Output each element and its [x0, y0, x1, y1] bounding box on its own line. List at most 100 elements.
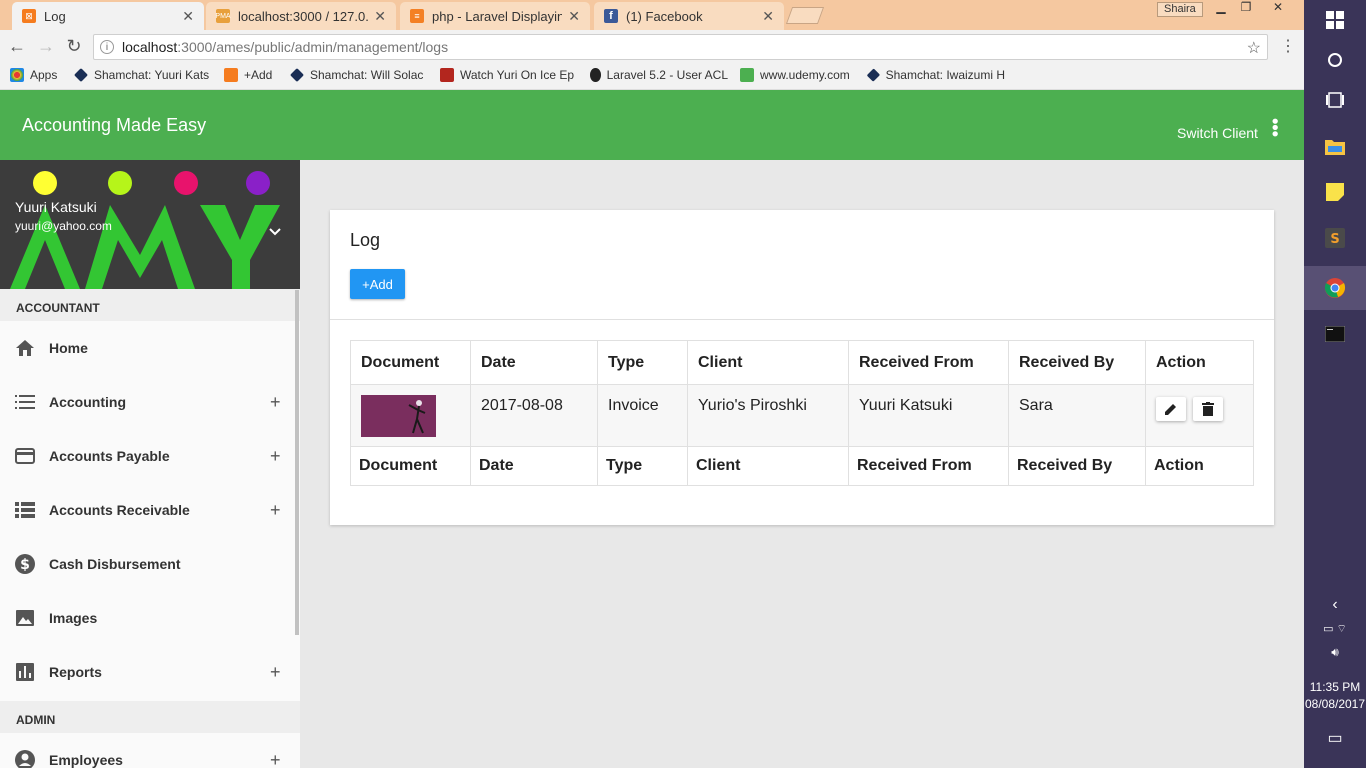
minimize-icon[interactable]: ▁: [1208, 0, 1234, 16]
shamchat-icon: [290, 68, 304, 82]
pencil-icon: [1165, 404, 1176, 415]
sidebar-item-home[interactable]: Home: [0, 321, 300, 375]
sticky-notes-icon[interactable]: [1304, 172, 1366, 212]
xampp-icon: [224, 68, 238, 82]
sidebar: Yuuri Katsuki yuuri@yahoo.com ACCOUNTANT…: [0, 160, 300, 768]
udemy-icon: [740, 68, 754, 82]
navigation-row: ← → ↻ i localhost:3000/ames/public/admin…: [0, 30, 1304, 64]
tab-phpmyadmin[interactable]: PMA localhost:3000 / 127.0.0.1 ✕: [206, 2, 396, 30]
close-icon[interactable]: ✕: [374, 8, 386, 25]
bookmark-item[interactable]: Shamchat: Yuuri Kats: [74, 68, 212, 82]
browser-menu-icon[interactable]: ⋮: [1280, 36, 1296, 56]
switch-client-button[interactable]: Switch Client: [1177, 125, 1258, 141]
volume-icon[interactable]: 🔊︎: [1304, 645, 1366, 660]
expand-plus-icon[interactable]: +: [270, 446, 281, 467]
phpmyadmin-icon: PMA: [215, 9, 231, 23]
document-thumbnail[interactable]: [361, 395, 436, 437]
sublime-text-icon[interactable]: S: [1304, 218, 1366, 258]
column-footer: Received By: [1008, 446, 1146, 486]
bookmark-item[interactable]: +Add: [224, 68, 282, 82]
add-button[interactable]: +Add: [350, 269, 405, 299]
reload-icon[interactable]: ↻: [63, 36, 85, 57]
tab-stackoverflow[interactable]: ≡ php - Laravel Displaying ✕: [400, 2, 590, 30]
column-header[interactable]: Received By: [1008, 340, 1146, 385]
sidebar-item-accounting[interactable]: Accounting +: [0, 375, 300, 429]
expand-plus-icon[interactable]: +: [270, 392, 281, 413]
sidebar-scrollbar[interactable]: [295, 290, 299, 635]
tab-log[interactable]: ⊠ Log ✕: [12, 2, 204, 30]
type-cell: Invoice: [597, 384, 688, 447]
tab-title: php - Laravel Displaying: [432, 8, 563, 24]
column-footer: Date: [470, 446, 598, 486]
restore-icon[interactable]: ❐: [1233, 0, 1259, 16]
clock-date[interactable]: 08/08/2017: [1304, 697, 1366, 711]
sidebar-item-cash-disbursement[interactable]: $ Cash Disbursement: [0, 537, 300, 591]
battery-wifi-icons[interactable]: ▭ ⌔: [1304, 622, 1366, 636]
more-vert-icon[interactable]: •••: [1265, 118, 1285, 137]
profile-badge[interactable]: Shaira: [1157, 2, 1203, 17]
received-from-cell: Yuuri Katsuki: [848, 384, 1009, 447]
bookmark-item[interactable]: www.udemy.com: [740, 68, 860, 82]
column-header[interactable]: Action: [1145, 340, 1254, 385]
chevron-down-icon[interactable]: [268, 224, 282, 240]
app-title[interactable]: Accounting Made Easy: [22, 115, 206, 136]
bookmark-item[interactable]: Shamchat: Will Solac: [290, 68, 428, 82]
notifications-icon[interactable]: ▭: [1304, 728, 1366, 748]
edit-button[interactable]: [1156, 397, 1186, 421]
table-row: 2017-08-08 Invoice Yurio's Piroshki Yuur…: [350, 384, 1254, 447]
bookmark-item[interactable]: Watch Yuri On Ice Ep: [440, 68, 578, 82]
task-view-icon[interactable]: [1304, 80, 1366, 120]
shamchat-icon: [74, 68, 88, 82]
back-icon[interactable]: ←: [6, 36, 28, 57]
chrome-icon[interactable]: [1304, 266, 1366, 310]
chevron-left-icon[interactable]: ‹: [1304, 596, 1366, 614]
list-icon: [15, 392, 35, 412]
window-close-icon[interactable]: ✕: [1260, 0, 1296, 16]
column-header[interactable]: Client: [687, 340, 849, 385]
log-card: Log +Add Document Date Type Client Recei…: [330, 210, 1274, 525]
person-icon: [15, 750, 35, 768]
sidebar-item-label: Employees: [49, 752, 123, 768]
windows-start-icon[interactable]: [1304, 0, 1366, 40]
tab-facebook[interactable]: f (1) Facebook ✕: [594, 2, 784, 30]
expand-plus-icon[interactable]: +: [270, 662, 281, 683]
windows-taskbar: S ‹ ▭ ⌔ 🔊︎ 11:35 PM 08/08/2017 ▭: [1304, 0, 1366, 768]
clock-time[interactable]: 11:35 PM: [1304, 680, 1366, 694]
bookmark-apps[interactable]: Apps: [10, 68, 70, 82]
sidebar-item-accounts-receivable[interactable]: Accounts Receivable +: [0, 483, 300, 537]
action-cell: [1145, 384, 1254, 447]
new-tab-button[interactable]: [785, 7, 825, 24]
expand-plus-icon[interactable]: +: [270, 500, 281, 521]
terminal-icon[interactable]: [1304, 314, 1366, 354]
file-explorer-icon[interactable]: [1304, 126, 1366, 166]
apps-grid-icon: [10, 68, 24, 82]
cortana-icon[interactable]: [1304, 40, 1366, 80]
delete-button[interactable]: [1193, 397, 1224, 421]
column-header[interactable]: Type: [597, 340, 688, 385]
sidebar-item-label: Home: [49, 340, 88, 356]
close-icon[interactable]: ✕: [568, 8, 580, 25]
browser-chrome: ⊠ Log ✕ PMA localhost:3000 / 127.0.0.1 ✕…: [0, 0, 1304, 90]
card-divider: [330, 319, 1274, 320]
bookmark-item[interactable]: Laravel 5.2 - User ACL: [590, 68, 728, 82]
column-footer: Type: [597, 446, 688, 486]
forward-icon[interactable]: →: [35, 36, 57, 57]
sidebar-item-images[interactable]: Images: [0, 591, 300, 645]
app-header: Accounting Made Easy Switch Client •••: [0, 90, 1304, 160]
expand-plus-icon[interactable]: +: [270, 750, 281, 768]
sidebar-item-accounts-payable[interactable]: Accounts Payable +: [0, 429, 300, 483]
profile-header: Yuuri Katsuki yuuri@yahoo.com: [0, 160, 300, 289]
sidebar-item-reports[interactable]: Reports +: [0, 645, 300, 699]
bookmark-item[interactable]: Shamchat: Iwaizumi H: [867, 68, 1005, 82]
user-name: Yuuri Katsuki: [15, 199, 97, 215]
info-icon[interactable]: i: [100, 40, 114, 54]
column-header[interactable]: Date: [470, 340, 598, 385]
close-icon[interactable]: ✕: [762, 8, 774, 25]
sidebar-item-label: Images: [49, 610, 98, 626]
column-header[interactable]: Received From: [848, 340, 1009, 385]
column-header[interactable]: Document: [350, 340, 471, 385]
bookmark-star-icon[interactable]: ☆: [1247, 38, 1261, 58]
address-bar[interactable]: i localhost:3000/ames/public/admin/manag…: [93, 34, 1268, 60]
close-icon[interactable]: ✕: [182, 8, 194, 25]
sidebar-item-employees[interactable]: Employees +: [0, 733, 300, 768]
